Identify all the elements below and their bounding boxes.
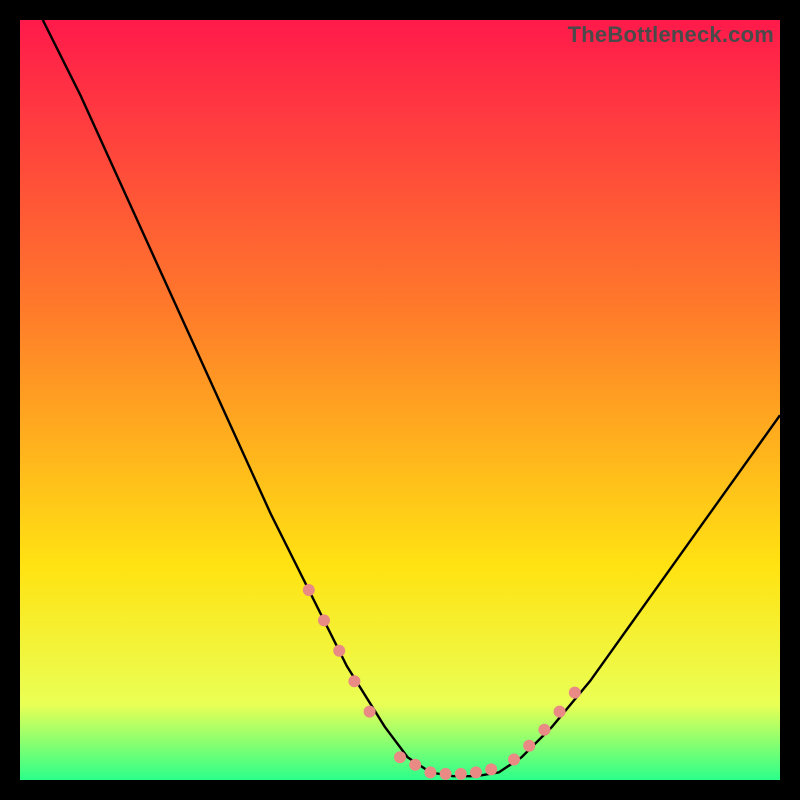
chart-background	[20, 20, 780, 780]
marker-dot	[470, 766, 482, 778]
marker-dot	[394, 751, 406, 763]
marker-dot	[333, 645, 345, 657]
marker-dot	[554, 706, 566, 718]
marker-dot	[303, 584, 315, 596]
marker-dot	[485, 763, 497, 775]
marker-dot	[440, 768, 452, 780]
marker-dot	[455, 768, 467, 780]
marker-dot	[318, 614, 330, 626]
marker-dot	[523, 740, 535, 752]
marker-dot	[409, 759, 421, 771]
marker-dot	[508, 754, 520, 766]
marker-dot	[348, 675, 360, 687]
chart-frame: TheBottleneck.com	[20, 20, 780, 780]
marker-dot	[364, 706, 376, 718]
chart-svg	[20, 20, 780, 780]
marker-dot	[569, 687, 581, 699]
watermark-text: TheBottleneck.com	[568, 22, 774, 48]
marker-dot	[538, 724, 550, 736]
marker-dot	[424, 766, 436, 778]
